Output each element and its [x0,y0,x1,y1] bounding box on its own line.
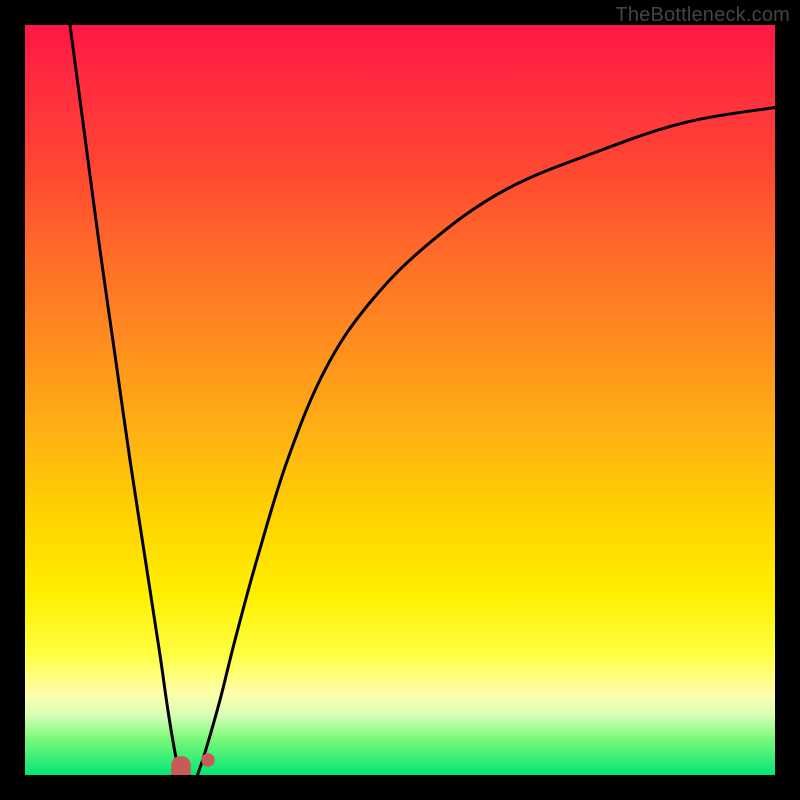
watermark-text: TheBottleneck.com [615,4,790,27]
marker-layer [171,753,215,775]
marker-bump-right [201,753,215,767]
curve-overlay [25,25,775,775]
marker-bump-left [171,756,191,775]
curve-path [70,25,775,775]
